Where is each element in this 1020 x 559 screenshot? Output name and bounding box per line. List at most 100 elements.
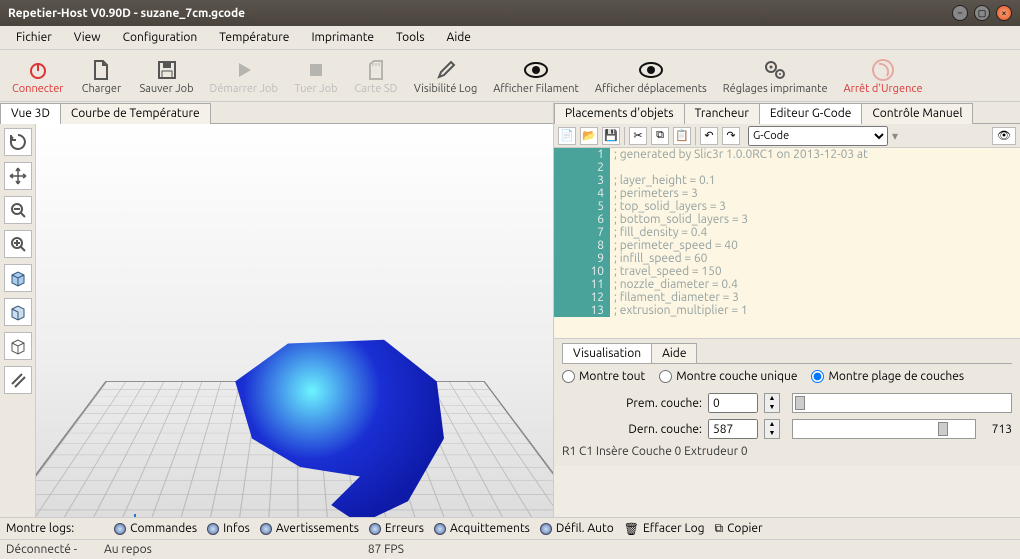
toolbar-gears-button[interactable]: Réglages imprimante [715, 55, 836, 97]
gcode-line[interactable]: ; infill_speed = 60 [610, 252, 707, 265]
gcode-type-select[interactable]: G-Code [748, 126, 888, 146]
log-toggle-0[interactable]: Commandes [114, 522, 197, 535]
gcode-line[interactable]: ; nozzle_diameter = 0.4 [610, 278, 738, 291]
toolbar-file-button[interactable]: Charger [71, 55, 131, 97]
tab-contr-le-manuel[interactable]: Contrôle Manuel [861, 103, 973, 124]
tab-visualisation[interactable]: Visualisation [562, 343, 652, 363]
last-layer-slider[interactable] [792, 419, 976, 439]
menu-aide[interactable]: Aide [437, 28, 481, 47]
view-iso-icon[interactable] [4, 332, 32, 360]
tab-aide[interactable]: Aide [651, 343, 697, 363]
tab-3d-view[interactable]: Vue 3D [0, 103, 61, 124]
maximize-button[interactable]: ▢ [974, 5, 990, 21]
undo-icon[interactable]: ↶ [700, 127, 718, 145]
line-number: 2 [554, 161, 610, 174]
log-toggle-2[interactable]: Avertissements [260, 522, 359, 535]
window-titlebar: Repetier-Host V0.90D - suzane_7cm.gcode … [0, 0, 1020, 26]
main-toolbar: ConnecterChargerSauver JobDémarrer JobTu… [0, 50, 1020, 102]
right-pane: Placements d'objetsTrancheurEditeur G-Co… [554, 102, 1020, 517]
view-front-icon[interactable] [4, 264, 32, 292]
menu-température[interactable]: Température [209, 28, 299, 47]
last-layer-input[interactable] [708, 419, 758, 439]
line-number: 1 [554, 148, 610, 161]
radio-0[interactable]: Montre tout [562, 370, 645, 383]
dot-icon [114, 523, 126, 535]
left-pane: Vue 3D Courbe de Température [0, 102, 554, 517]
gcode-line[interactable]: ; perimeter_speed = 40 [610, 239, 738, 252]
paste-icon[interactable]: 📋 [673, 127, 691, 145]
toolbar-sd-button: Carte SD [346, 55, 406, 97]
copy-log-button[interactable]: ⧉ Copier [715, 522, 763, 536]
zoom-out-icon[interactable] [4, 196, 32, 224]
reset-view-icon[interactable] [4, 128, 32, 156]
log-toggle-3[interactable]: Erreurs [369, 522, 424, 535]
gcode-line[interactable]: ; filament_diameter = 3 [610, 291, 739, 304]
eye-icon [523, 57, 549, 83]
radio-2[interactable]: Montre plage de couches [811, 370, 964, 383]
log-toggle-4[interactable]: Acquittements [434, 522, 530, 535]
view-side-icon[interactable] [4, 298, 32, 326]
close-button[interactable]: × [996, 5, 1012, 21]
line-number: 6 [554, 213, 610, 226]
toolbar-emergency-button: Arrêt d'Urgence [836, 55, 931, 97]
toolbar-save-button[interactable]: Sauver Job [131, 55, 201, 97]
tab-temperature-curve[interactable]: Courbe de Température [60, 103, 211, 124]
zoom-in-icon[interactable] [4, 230, 32, 258]
gcode-line[interactable]: ; generated by Slic3r 1.0.0RC1 on 2013-1… [610, 148, 868, 161]
connection-status: Déconnecté - [6, 543, 86, 556]
gcode-line[interactable]: ; bottom_solid_layers = 3 [610, 213, 748, 226]
gcode-line[interactable]: ; travel_speed = 150 [610, 265, 722, 278]
save-icon[interactable]: 💾 [602, 127, 620, 145]
parallel-lines-icon[interactable] [4, 366, 32, 394]
tab-editeur-g-code[interactable]: Editeur G-Code [759, 103, 863, 124]
dot-icon [207, 523, 219, 535]
eye-icon [638, 57, 664, 83]
first-layer-stepper[interactable]: ▲▼ [764, 393, 780, 413]
gcode-line[interactable]: ; fill_density = 0.4 [610, 226, 707, 239]
dot-icon [540, 523, 552, 535]
gcode-line[interactable]: ; perimeters = 3 [610, 187, 698, 200]
minimize-button[interactable]: – [952, 5, 968, 21]
log-toggle-5[interactable]: Défil. Auto [540, 522, 614, 535]
line-number: 5 [554, 200, 610, 213]
log-toggle-1[interactable]: Infos [207, 522, 250, 535]
3d-viewport[interactable] [36, 124, 553, 517]
log-filter-bar: Montre logs: Commandes Infos Avertissement… [0, 517, 1020, 539]
play-icon [234, 57, 254, 83]
move-icon[interactable] [4, 162, 32, 190]
toolbar-eye-button[interactable]: Afficher déplacements [587, 55, 715, 97]
gcode-editor[interactable]: 1; generated by Slic3r 1.0.0RC1 on 2013-… [554, 148, 1020, 338]
first-layer-slider[interactable] [792, 393, 1012, 413]
tab-trancheur[interactable]: Trancheur [684, 103, 760, 124]
menu-imprimante[interactable]: Imprimante [301, 28, 384, 47]
open-icon[interactable]: 📂 [580, 127, 598, 145]
clear-log-button[interactable]: 🗑 Effacer Log [624, 522, 705, 536]
line-number: 9 [554, 252, 610, 265]
toolbar-eye-button[interactable]: Afficher Filament [485, 55, 587, 97]
preview-eye-icon[interactable]: 👁 [992, 127, 1016, 145]
gcode-line[interactable]: ; layer_height = 0.1 [610, 174, 715, 187]
line-number: 13 [554, 304, 610, 317]
menu-configuration[interactable]: Configuration [113, 28, 208, 47]
gcode-line[interactable] [610, 161, 614, 174]
menu-tools[interactable]: Tools [386, 28, 435, 47]
redo-icon[interactable]: ↷ [722, 127, 740, 145]
first-layer-input[interactable] [708, 393, 758, 413]
radio-1[interactable]: Montre couche unique [659, 370, 797, 383]
gcode-line[interactable]: ; top_solid_layers = 3 [610, 200, 726, 213]
gcode-line[interactable]: ; extrusion_multiplier = 1 [610, 304, 748, 317]
menu-view[interactable]: View [64, 28, 111, 47]
copy-icon[interactable]: ⧉ [651, 127, 669, 145]
gears-icon [763, 57, 787, 83]
log-label: Montre logs: [6, 522, 74, 535]
editor-toolbar: 📄 📂 💾 ✂ ⧉ 📋 ↶ ↷ G-Code ▾ 👁 [554, 124, 1020, 148]
cut-icon[interactable]: ✂ [629, 127, 647, 145]
toolbar-play-button: Démarrer Job [202, 55, 286, 97]
toolbar-pencil-button[interactable]: Visibilité Log [406, 55, 485, 97]
new-icon[interactable]: 📄 [558, 127, 576, 145]
dot-icon [260, 523, 272, 535]
toolbar-power-button[interactable]: Connecter [4, 55, 71, 97]
tab-placements-d-objets[interactable]: Placements d'objets [554, 103, 685, 124]
last-layer-stepper[interactable]: ▲▼ [764, 419, 780, 439]
menu-fichier[interactable]: Fichier [6, 28, 62, 47]
